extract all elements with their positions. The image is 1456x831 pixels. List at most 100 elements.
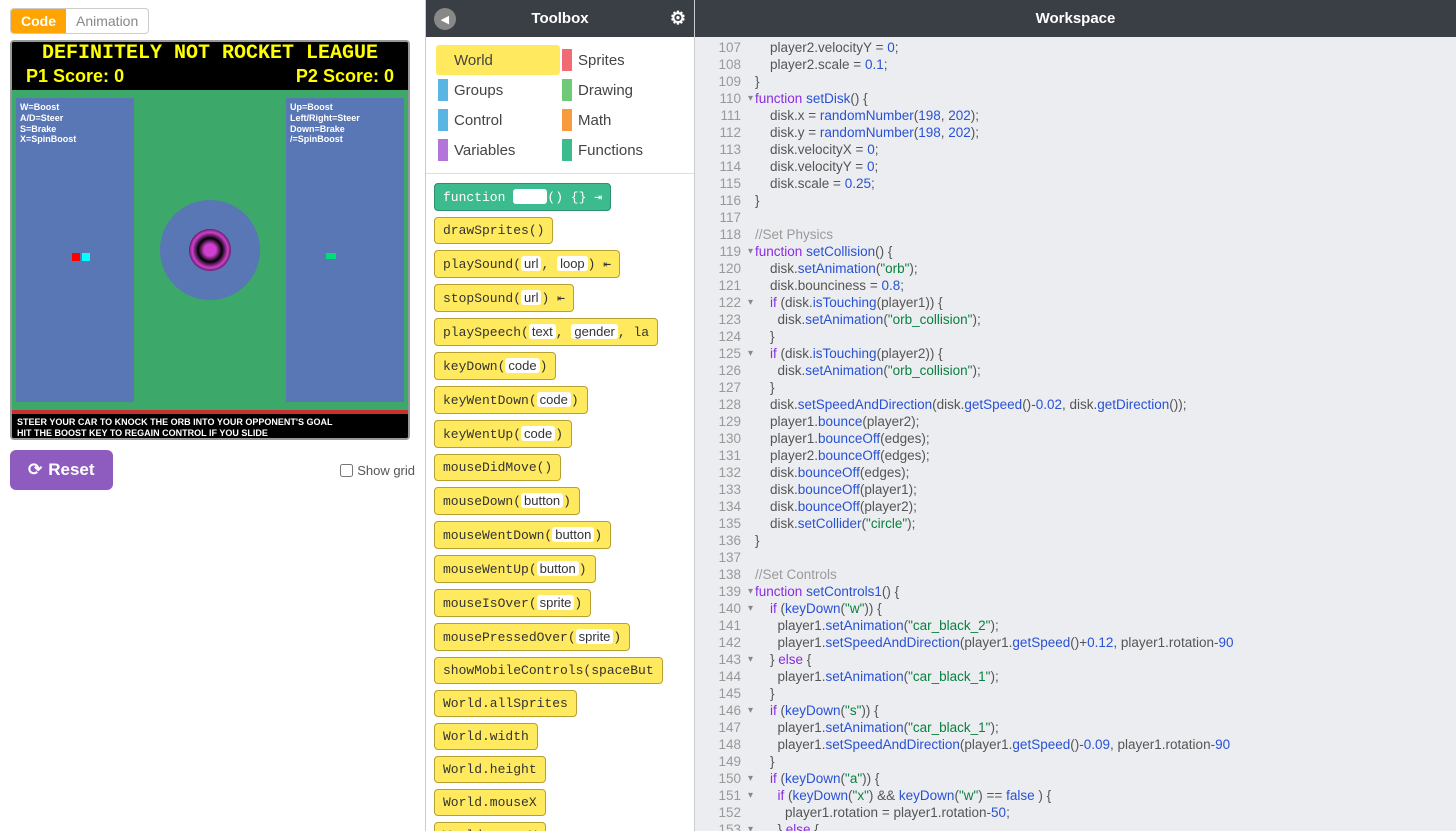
code-content[interactable]: disk.setAnimation("orb_collision"); xyxy=(755,311,981,328)
game-preview[interactable]: DEFINITELY NOT ROCKET LEAGUE P1 Score: 0… xyxy=(10,40,410,440)
category-functions[interactable]: Functions xyxy=(560,135,684,165)
code-content[interactable]: player1.bounceOff(edges); xyxy=(755,430,930,447)
code-line[interactable]: 125▾ if (disk.isTouching(player2)) { xyxy=(695,345,1456,362)
code-line[interactable]: 111 disk.x = randomNumber(198, 202); xyxy=(695,107,1456,124)
code-line[interactable]: 127 } xyxy=(695,379,1456,396)
code-line[interactable]: 122▾ if (disk.isTouching(player1)) { xyxy=(695,294,1456,311)
toolbox-block[interactable]: keyWentUp(code) xyxy=(434,420,572,448)
fold-icon[interactable]: ▾ xyxy=(748,345,753,362)
code-line[interactable]: 110▾function setDisk() { xyxy=(695,90,1456,107)
code-content[interactable]: player1.setSpeedAndDirection(player1.get… xyxy=(755,634,1234,651)
fold-icon[interactable]: ▾ xyxy=(748,583,753,600)
fold-icon[interactable]: ▾ xyxy=(748,651,753,668)
toolbox-block[interactable]: mouseDidMove() xyxy=(434,454,561,481)
code-content[interactable]: disk.x = randomNumber(198, 202); xyxy=(755,107,979,124)
code-content[interactable]: player1.bounce(player2); xyxy=(755,413,919,430)
code-line[interactable]: 142 player1.setSpeedAndDirection(player1… xyxy=(695,634,1456,651)
code-line[interactable]: 108 player2.scale = 0.1; xyxy=(695,56,1456,73)
tab-code[interactable]: Code xyxy=(11,9,66,33)
code-content[interactable]: if (disk.isTouching(player2)) { xyxy=(755,345,943,362)
toolbox-block[interactable]: mouseDown(button) xyxy=(434,487,580,515)
code-content[interactable]: if (keyDown("w")) { xyxy=(755,600,882,617)
code-line[interactable]: 128 disk.setSpeedAndDirection(disk.getSp… xyxy=(695,396,1456,413)
fold-icon[interactable]: ▾ xyxy=(748,770,753,787)
toolbox-block[interactable]: playSound(url, loop) ⇤ xyxy=(434,250,620,278)
code-line[interactable]: 113 disk.velocityX = 0; xyxy=(695,141,1456,158)
toolbox-block[interactable]: mouseIsOver(sprite) xyxy=(434,589,591,617)
toolbox-block[interactable]: mousePressedOver(sprite) xyxy=(434,623,630,651)
gear-icon[interactable]: ⚙ xyxy=(670,8,686,29)
fold-icon[interactable]: ▾ xyxy=(748,600,753,617)
code-content[interactable]: //Set Controls xyxy=(755,566,837,583)
toolbox-block[interactable]: World.mouseY xyxy=(434,822,546,831)
toolbox-back-button[interactable]: ◂ xyxy=(434,8,456,30)
fold-icon[interactable]: ▾ xyxy=(748,90,753,107)
code-line[interactable]: 124 } xyxy=(695,328,1456,345)
code-content[interactable]: player1.setAnimation("car_black_2"); xyxy=(755,617,999,634)
code-content[interactable]: disk.velocityY = 0; xyxy=(755,158,878,175)
code-content[interactable]: } xyxy=(755,379,775,396)
code-content[interactable]: player1.setSpeedAndDirection(player1.get… xyxy=(755,736,1230,753)
toolbox-block[interactable]: World.width xyxy=(434,723,538,750)
code-line[interactable]: 119▾function setCollision() { xyxy=(695,243,1456,260)
fold-icon[interactable]: ▾ xyxy=(748,294,753,311)
code-line[interactable]: 116} xyxy=(695,192,1456,209)
code-content[interactable]: } else { xyxy=(755,821,819,831)
code-line[interactable]: 144 player1.setAnimation("car_black_1"); xyxy=(695,668,1456,685)
code-content[interactable]: if (disk.isTouching(player1)) { xyxy=(755,294,943,311)
code-line[interactable]: 114 disk.velocityY = 0; xyxy=(695,158,1456,175)
code-content[interactable]: disk.bounceOff(edges); xyxy=(755,464,909,481)
code-content[interactable]: } xyxy=(755,532,760,549)
code-line[interactable]: 145 } xyxy=(695,685,1456,702)
code-line[interactable]: 141 player1.setAnimation("car_black_2"); xyxy=(695,617,1456,634)
code-content[interactable]: player2.velocityY = 0; xyxy=(755,39,899,56)
code-content[interactable]: if (keyDown("x") && keyDown("w") == fals… xyxy=(755,787,1051,804)
category-variables[interactable]: Variables xyxy=(436,135,560,165)
code-content[interactable]: disk.y = randomNumber(198, 202); xyxy=(755,124,979,141)
code-line[interactable]: 109} xyxy=(695,73,1456,90)
code-line[interactable]: 139▾function setControls1() { xyxy=(695,583,1456,600)
category-world[interactable]: World xyxy=(436,45,560,75)
toolbox-block[interactable]: mouseWentDown(button) xyxy=(434,521,611,549)
code-line[interactable]: 129 player1.bounce(player2); xyxy=(695,413,1456,430)
toolbox-block[interactable]: playSpeech(text, gender, la xyxy=(434,318,658,346)
code-line[interactable]: 146▾ if (keyDown("s")) { xyxy=(695,702,1456,719)
fold-icon[interactable]: ▾ xyxy=(748,821,753,831)
toolbox-block[interactable]: mouseWentUp(button) xyxy=(434,555,596,583)
fold-icon[interactable]: ▾ xyxy=(748,702,753,719)
code-content[interactable]: player1.setAnimation("car_black_1"); xyxy=(755,668,999,685)
code-content[interactable]: } xyxy=(755,192,760,209)
code-line[interactable]: 143▾ } else { xyxy=(695,651,1456,668)
category-control[interactable]: Control xyxy=(436,105,560,135)
category-sprites[interactable]: Sprites xyxy=(560,45,684,75)
code-editor[interactable]: 107 player2.velocityY = 0;108 player2.sc… xyxy=(695,37,1456,831)
code-content[interactable]: player2.scale = 0.1; xyxy=(755,56,888,73)
code-content[interactable]: disk.setCollider("circle"); xyxy=(755,515,915,532)
code-line[interactable]: 148 player1.setSpeedAndDirection(player1… xyxy=(695,736,1456,753)
code-line[interactable]: 121 disk.bounciness = 0.8; xyxy=(695,277,1456,294)
code-content[interactable]: disk.setAnimation("orb"); xyxy=(755,260,918,277)
code-content[interactable]: function setDisk() { xyxy=(755,90,868,107)
category-groups[interactable]: Groups xyxy=(436,75,560,105)
toolbox-block[interactable]: keyWentDown(code) xyxy=(434,386,588,414)
code-line[interactable]: 131 player2.bounceOff(edges); xyxy=(695,447,1456,464)
reset-button[interactable]: ⟳ Reset xyxy=(10,450,113,490)
code-content[interactable]: player1.rotation = player1.rotation-50; xyxy=(755,804,1010,821)
code-line[interactable]: 115 disk.scale = 0.25; xyxy=(695,175,1456,192)
code-content[interactable]: disk.setSpeedAndDirection(disk.getSpeed(… xyxy=(755,396,1187,413)
code-content[interactable]: if (keyDown("a")) { xyxy=(755,770,879,787)
code-line[interactable]: 149 } xyxy=(695,753,1456,770)
toolbox-block[interactable]: World.mouseX xyxy=(434,789,546,816)
code-line[interactable]: 134 disk.bounceOff(player2); xyxy=(695,498,1456,515)
code-line[interactable]: 120 disk.setAnimation("orb"); xyxy=(695,260,1456,277)
code-content[interactable]: function setControls1() { xyxy=(755,583,899,600)
tab-animation[interactable]: Animation xyxy=(66,9,148,33)
code-line[interactable]: 137 xyxy=(695,549,1456,566)
code-content[interactable]: } xyxy=(755,73,760,90)
code-content[interactable]: player2.bounceOff(edges); xyxy=(755,447,930,464)
code-content[interactable]: disk.setAnimation("orb_collision"); xyxy=(755,362,981,379)
code-content[interactable]: } else { xyxy=(755,651,811,668)
toolbox-block[interactable]: keyDown(code) xyxy=(434,352,556,380)
fold-icon[interactable]: ▾ xyxy=(748,787,753,804)
code-line[interactable]: 136} xyxy=(695,532,1456,549)
